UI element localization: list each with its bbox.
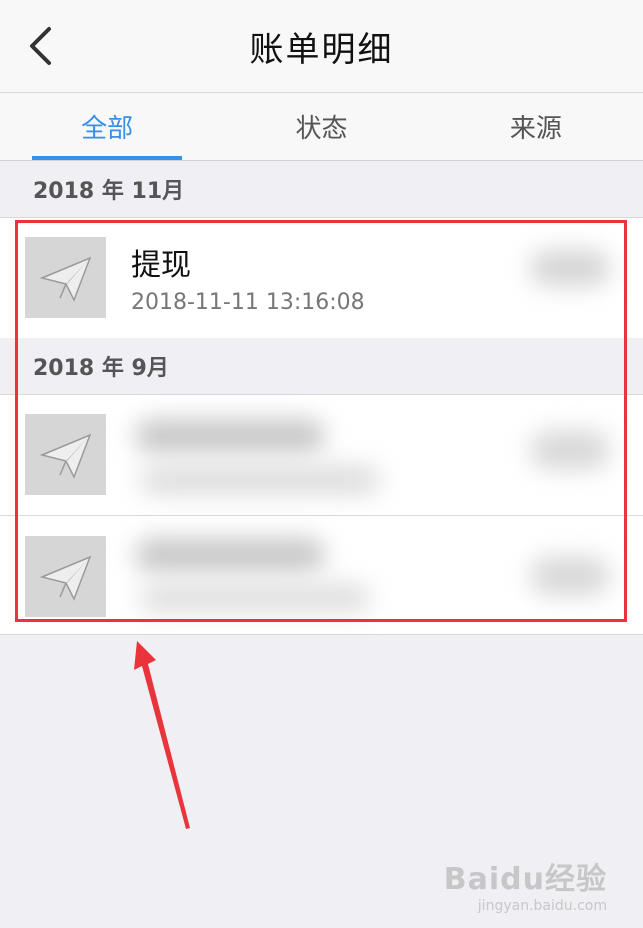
blurred-title — [135, 538, 325, 572]
blurred-amount — [530, 556, 610, 596]
section-header-2018-09: 2018 年 9月 — [0, 338, 643, 394]
transaction-time: 2018-11-11 13:16:08 — [131, 290, 365, 315]
blurred-time — [140, 584, 370, 612]
blurred-title — [135, 419, 325, 453]
paper-plane-icon — [39, 433, 91, 479]
transaction-thumbnail — [25, 536, 106, 617]
transaction-thumbnail — [25, 237, 106, 318]
transaction-title: 提现 — [131, 248, 191, 283]
tab-status[interactable]: 状态 — [214, 93, 428, 160]
filter-tabs: 全部 状态 来源 — [0, 93, 643, 161]
page-title: 账单明细 — [249, 29, 394, 70]
watermark: Baidu经验 jingyan.baidu.com — [444, 854, 607, 914]
blurred-amount — [530, 430, 610, 470]
watermark-url: jingyan.baidu.com — [477, 898, 607, 914]
tab-all[interactable]: 全部 — [0, 93, 214, 160]
transaction-thumbnail — [25, 414, 106, 495]
navigation-bar: 账单明细 — [0, 0, 643, 93]
paper-plane-icon — [39, 555, 91, 601]
list-item[interactable]: 提现 2018-11-11 13:16:08 — [0, 217, 643, 338]
list-item[interactable] — [0, 515, 643, 635]
list-item[interactable] — [0, 394, 643, 516]
section-header-2018-11: 2018 年 11月 — [0, 161, 643, 217]
blurred-time — [140, 465, 380, 495]
blurred-amount — [530, 250, 610, 286]
watermark-logo: Baidu经验 — [443, 862, 607, 897]
paper-plane-icon — [39, 256, 91, 302]
tab-source[interactable]: 来源 — [429, 93, 643, 160]
